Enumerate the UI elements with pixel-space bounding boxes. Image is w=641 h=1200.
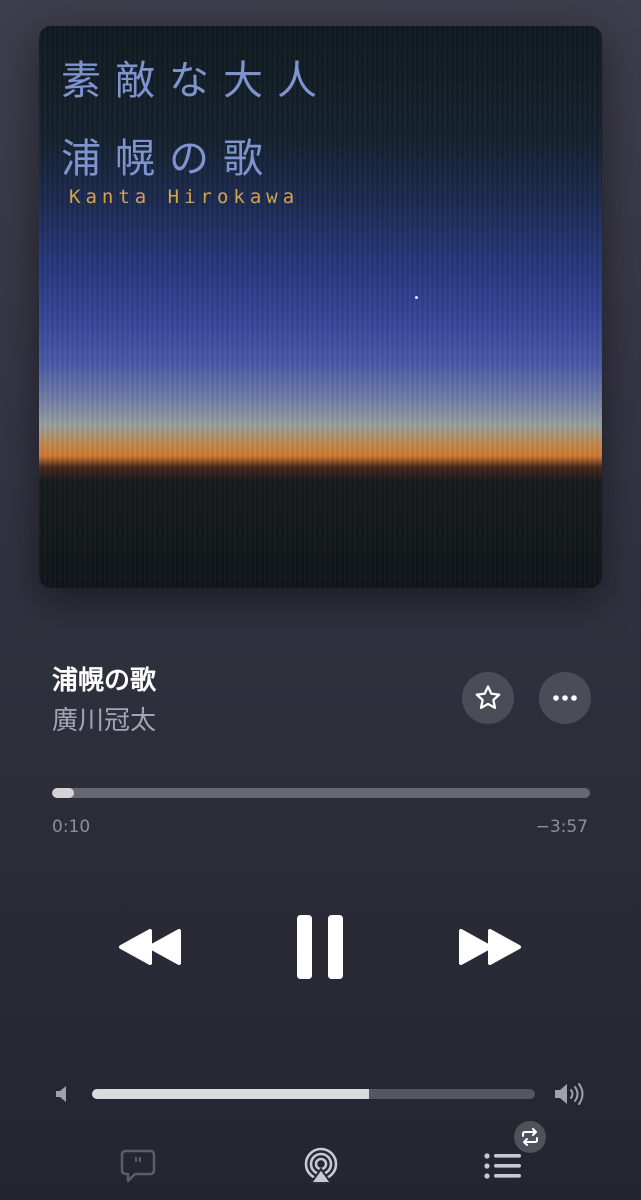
speaker-low-icon: [54, 1083, 72, 1109]
more-options-button[interactable]: [539, 672, 591, 724]
playback-progress-fill: [52, 788, 74, 798]
artwork-title-line1: 素敵な大人: [61, 58, 331, 104]
ellipsis-icon: [553, 695, 577, 701]
volume-level-fill: [92, 1089, 369, 1099]
playback-scrubber[interactable]: [52, 788, 590, 798]
repeat-icon: [522, 1128, 538, 1146]
lyrics-button[interactable]: ": [118, 1146, 158, 1186]
rewind-icon: [119, 929, 181, 965]
volume-slider[interactable]: [92, 1089, 535, 1099]
artwork-artist-text: Kanta Hirokawa: [69, 186, 300, 208]
fast-forward-button[interactable]: [452, 920, 528, 974]
track-artist[interactable]: 廣川冠太: [52, 700, 156, 737]
remaining-time: −3:57: [535, 817, 588, 837]
elapsed-time: 0:10: [52, 817, 91, 837]
artwork-title-line2: 浦幌の歌: [61, 136, 277, 182]
svg-text:": ": [133, 1154, 142, 1175]
repeat-indicator[interactable]: [514, 1121, 546, 1153]
artwork-texture: [39, 26, 602, 588]
lyrics-bubble-icon: ": [120, 1149, 156, 1183]
airplay-icon: [304, 1147, 338, 1184]
track-title: 浦幌の歌: [52, 666, 157, 696]
artwork-star-dot: [415, 296, 418, 299]
rewind-button[interactable]: [112, 920, 188, 974]
favorite-button[interactable]: [462, 672, 514, 724]
pause-icon: [297, 915, 343, 979]
speaker-high-icon: [553, 1080, 589, 1112]
pause-button[interactable]: [286, 910, 354, 984]
star-outline-icon: [475, 685, 501, 709]
fast-forward-icon: [459, 929, 521, 965]
queue-list-icon: [484, 1153, 521, 1179]
album-artwork: 素敵な大人 浦幌の歌 Kanta Hirokawa: [39, 26, 602, 588]
airplay-button[interactable]: [301, 1146, 341, 1186]
queue-button[interactable]: [482, 1150, 524, 1182]
